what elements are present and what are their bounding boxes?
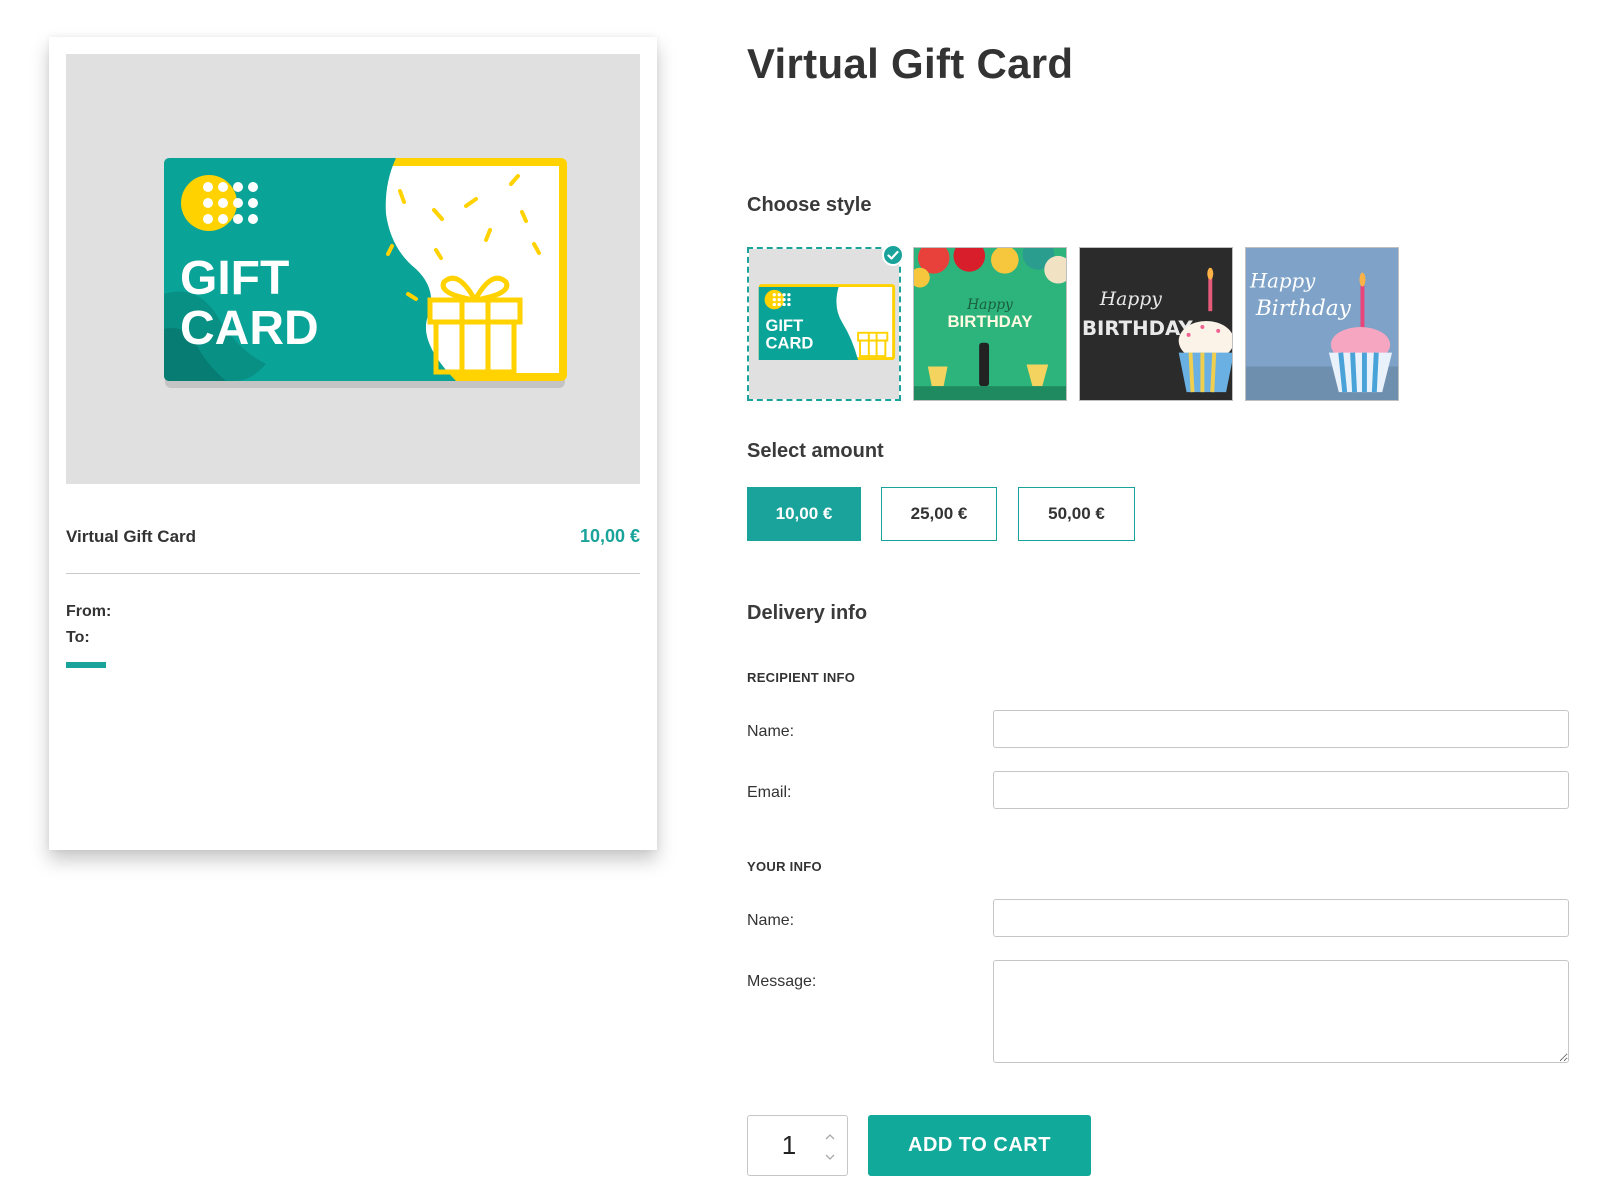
thumb2-text-line1: Happy <box>966 297 1013 313</box>
birthday-cupcake-thumbnail: Happy Birthday <box>1246 248 1398 400</box>
selected-check-icon <box>882 244 904 266</box>
recipient-email-label: Email: <box>747 784 792 801</box>
gift-card-preview: GIFT CARD Virtual Gift Card 10,00 € From… <box>49 37 657 850</box>
amount-option-25[interactable]: 25,00 € <box>881 487 997 541</box>
recipient-email-input[interactable] <box>993 771 1569 809</box>
birthday-balloons-thumbnail: Happy BIRTHDAY <box>914 248 1066 400</box>
thumb1-text-line1: GIFT <box>766 316 804 335</box>
thumb3-text-line1: Happy <box>1099 289 1163 310</box>
style-option-birthday-chalkboard[interactable]: Happy BIRTHDAY <box>1079 247 1233 401</box>
style-option-birthday-balloons[interactable]: Happy BIRTHDAY <box>913 247 1067 401</box>
preview-to-label: To: <box>66 629 90 646</box>
style-option-gift-card[interactable]: GIFT CARD <box>747 244 904 401</box>
message-textarea[interactable] <box>993 960 1569 1063</box>
your-name-input[interactable] <box>993 899 1569 937</box>
thumb3-text-line2: BIRTHDAY <box>1082 317 1193 340</box>
thumb4-text-line2: Birthday <box>1255 296 1352 321</box>
choose-style-label: Choose style <box>747 194 872 216</box>
preview-from-label: From: <box>66 603 112 620</box>
message-label: Message: <box>747 973 817 990</box>
style-option-birthday-cupcake[interactable]: Happy Birthday <box>1245 247 1399 401</box>
recipient-info-heading: RECIPIENT INFO <box>747 670 856 685</box>
preview-image: GIFT CARD <box>66 54 640 484</box>
thumb1-text-line2: CARD <box>766 333 814 352</box>
card-text-line2: CARD <box>180 302 319 355</box>
preview-price: 10,00 € <box>579 526 640 546</box>
gift-card-illustration: GIFT CARD <box>164 158 567 388</box>
card-text-line1: GIFT <box>180 252 289 305</box>
product-title: Virtual Gift Card <box>747 40 1074 87</box>
amount-option-10[interactable]: 10,00 € <box>747 487 861 541</box>
preview-accent-bar <box>66 662 106 668</box>
your-info-heading: YOUR INFO <box>747 859 822 874</box>
preview-title: Virtual Gift Card <box>66 527 197 546</box>
chevron-down-icon[interactable] <box>823 1150 837 1164</box>
delivery-info-label: Delivery info <box>747 602 868 624</box>
quantity-stepper[interactable] <box>747 1115 848 1176</box>
chevron-up-icon[interactable] <box>823 1130 837 1144</box>
select-amount-label: Select amount <box>747 440 884 462</box>
your-name-label: Name: <box>747 912 795 929</box>
thumb2-text-line2: BIRTHDAY <box>947 312 1032 331</box>
add-to-cart-button[interactable]: ADD TO CART <box>868 1115 1091 1176</box>
birthday-chalkboard-thumbnail: Happy BIRTHDAY <box>1080 248 1232 400</box>
gift-card-thumbnail: GIFT CARD <box>749 249 899 399</box>
amount-option-50[interactable]: 50,00 € <box>1018 487 1135 541</box>
quantity-input[interactable] <box>748 1116 830 1175</box>
preview-divider <box>66 573 640 574</box>
recipient-name-label: Name: <box>747 723 795 740</box>
thumb4-text-line1: Happy <box>1249 269 1316 292</box>
recipient-name-input[interactable] <box>993 710 1569 748</box>
